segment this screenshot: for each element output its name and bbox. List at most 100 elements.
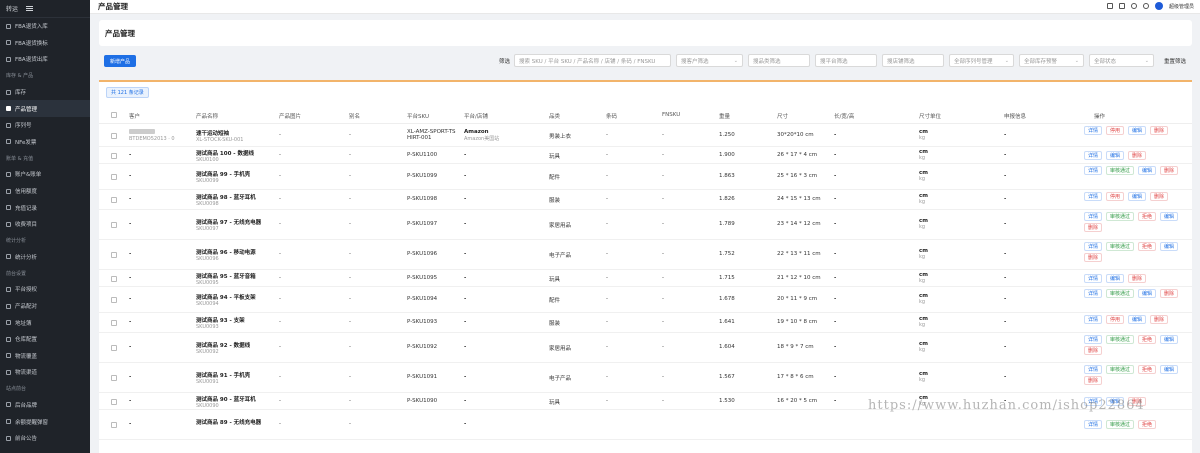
sidebar-item[interactable]: 序列号 xyxy=(0,117,90,134)
row-checkbox[interactable] xyxy=(111,174,117,180)
action-button[interactable]: 拒绝 xyxy=(1138,242,1157,251)
row-checkbox[interactable] xyxy=(111,422,117,428)
product-name[interactable]: 测试商品 90 - 蓝牙耳机 xyxy=(196,395,256,403)
sidebar-item[interactable]: 仓库配置 xyxy=(0,331,90,348)
category-filter-input[interactable]: 搜品类筛选 xyxy=(748,54,810,67)
product-name[interactable]: 测试商品 95 - 蓝牙音箱 xyxy=(196,272,256,280)
action-button[interactable]: 编辑 xyxy=(1128,315,1147,324)
sidebar-item[interactable]: 前台公告 xyxy=(0,430,90,447)
action-button[interactable]: 编辑 xyxy=(1138,289,1157,298)
product-name[interactable]: 速干运动短袖 xyxy=(196,129,243,137)
sidebar-item[interactable]: 物流渠道 xyxy=(0,364,90,381)
action-button[interactable]: 详情 xyxy=(1084,166,1103,175)
row-checkbox[interactable] xyxy=(111,276,117,282)
action-button[interactable]: 审核通过 xyxy=(1106,242,1135,251)
row-checkbox[interactable] xyxy=(111,375,117,381)
action-button[interactable]: 编辑 xyxy=(1160,335,1179,344)
action-button[interactable]: 删除 xyxy=(1150,126,1169,135)
action-button[interactable]: 详情 xyxy=(1084,420,1103,429)
sidebar-item[interactable]: 账户&账单 xyxy=(0,166,90,183)
sidebar-item[interactable]: 后台品牌 xyxy=(0,397,90,414)
add-product-button[interactable]: 新增产品 xyxy=(104,55,137,67)
action-button[interactable]: 拒绝 xyxy=(1138,420,1157,429)
topbar-username[interactable]: 超级管理员 xyxy=(1169,3,1194,10)
product-name[interactable]: 测试商品 89 - 无线充电器 xyxy=(196,418,261,426)
action-button[interactable]: 删除 xyxy=(1128,151,1147,160)
action-button[interactable]: 停用 xyxy=(1106,315,1125,324)
row-checkbox[interactable] xyxy=(111,297,117,303)
action-button[interactable]: 详情 xyxy=(1084,315,1103,324)
action-button[interactable]: 详情 xyxy=(1084,365,1103,374)
action-button[interactable]: 审核通过 xyxy=(1106,289,1135,298)
row-checkbox[interactable] xyxy=(111,197,117,203)
row-checkbox[interactable] xyxy=(111,133,117,139)
product-name[interactable]: 测试商品 97 - 无线充电器 xyxy=(196,218,261,226)
sidebar-item[interactable]: 充值记录 xyxy=(0,199,90,216)
row-checkbox[interactable] xyxy=(111,399,117,405)
platform-filter-input[interactable]: 搜平台筛选 xyxy=(815,54,877,67)
sidebar-item[interactable]: 产品管理 xyxy=(0,100,90,117)
sidebar-item[interactable]: 产品配对 xyxy=(0,298,90,315)
product-name[interactable]: 测试商品 91 - 手机壳 xyxy=(196,371,250,379)
action-button[interactable]: 编辑 xyxy=(1106,151,1125,160)
sidebar-item[interactable]: NFe发票 xyxy=(0,134,90,151)
action-button[interactable]: 详情 xyxy=(1084,126,1103,135)
row-checkbox[interactable] xyxy=(111,222,117,228)
action-button[interactable]: 详情 xyxy=(1084,192,1103,201)
action-button[interactable]: 审核通过 xyxy=(1106,365,1135,374)
action-button[interactable]: 拒绝 xyxy=(1138,335,1157,344)
store-filter-input[interactable]: 搜店铺筛选 xyxy=(882,54,944,67)
action-button[interactable]: 编辑 xyxy=(1128,192,1147,201)
reset-filter-button[interactable]: 重置筛选 xyxy=(1164,57,1186,65)
action-button[interactable]: 详情 xyxy=(1084,289,1103,298)
product-name[interactable]: 测试商品 100 - 数据线 xyxy=(196,149,254,157)
action-button[interactable]: 审核通过 xyxy=(1106,420,1135,429)
sidebar-item[interactable]: 物流覆盖 xyxy=(0,348,90,365)
action-button[interactable]: 详情 xyxy=(1084,335,1103,344)
sidebar-item[interactable]: 库存 xyxy=(0,84,90,101)
action-button[interactable]: 删除 xyxy=(1160,166,1179,175)
search-input[interactable]: 搜索 SKU / 平台 SKU / 产品名称 / 店铺 / 条码 / FNSKU xyxy=(514,54,671,67)
row-checkbox[interactable] xyxy=(111,153,117,159)
action-button[interactable]: 审核通过 xyxy=(1106,212,1135,221)
action-button[interactable]: 编辑 xyxy=(1138,166,1157,175)
product-name[interactable]: 测试商品 93 - 支架 xyxy=(196,316,245,324)
action-button[interactable]: 编辑 xyxy=(1160,365,1179,374)
row-checkbox[interactable] xyxy=(111,320,117,326)
sidebar-item[interactable]: 余额提醒弹窗 xyxy=(0,413,90,430)
action-button[interactable]: 编辑 xyxy=(1128,126,1147,135)
row-checkbox[interactable] xyxy=(111,345,117,351)
serial-filter-select[interactable]: 全部序列号管理 ⌄ xyxy=(949,54,1014,67)
sidebar-item[interactable]: FBA退货入库 xyxy=(0,18,90,35)
action-button[interactable]: 编辑 xyxy=(1106,274,1125,283)
sidebar-item[interactable]: 信用额度 xyxy=(0,183,90,200)
product-name[interactable]: 测试商品 92 - 数据线 xyxy=(196,341,250,349)
action-button[interactable]: 编辑 xyxy=(1160,212,1179,221)
action-button[interactable]: 编辑 xyxy=(1160,242,1179,251)
clock-icon[interactable] xyxy=(1142,3,1149,9)
product-name[interactable]: 测试商品 99 - 手机壳 xyxy=(196,170,250,178)
action-button[interactable]: 删除 xyxy=(1160,289,1179,298)
stock-filter-select[interactable]: 全部库存预警 ⌄ xyxy=(1019,54,1084,67)
action-button[interactable]: 审核通过 xyxy=(1106,335,1135,344)
product-name[interactable]: 测试商品 98 - 蓝牙耳机 xyxy=(196,193,256,201)
action-button[interactable]: 停用 xyxy=(1106,192,1125,201)
grid-icon[interactable] xyxy=(1118,3,1125,9)
sidebar-item[interactable]: FBA退货出库 xyxy=(0,51,90,68)
status-filter-select[interactable]: 全部状态 ⌄ xyxy=(1089,54,1154,67)
sidebar-item[interactable]: 收费项目 xyxy=(0,216,90,233)
action-button[interactable]: 详情 xyxy=(1084,274,1103,283)
action-button[interactable]: 删除 xyxy=(1150,192,1169,201)
action-button[interactable]: 删除 xyxy=(1084,223,1103,232)
fullscreen-icon[interactable] xyxy=(1106,3,1113,9)
action-button[interactable]: 详情 xyxy=(1084,242,1103,251)
action-button[interactable]: 审核通过 xyxy=(1106,166,1135,175)
select-all-checkbox[interactable] xyxy=(111,112,117,118)
row-checkbox[interactable] xyxy=(111,252,117,258)
sidebar-item[interactable]: 统计分析 xyxy=(0,249,90,266)
action-button[interactable]: 删除 xyxy=(1084,253,1103,262)
hamburger-icon[interactable] xyxy=(26,6,34,11)
action-button[interactable]: 删除 xyxy=(1084,376,1103,385)
sidebar-item[interactable]: 平台授权 xyxy=(0,281,90,298)
action-button[interactable]: 拒绝 xyxy=(1138,212,1157,221)
